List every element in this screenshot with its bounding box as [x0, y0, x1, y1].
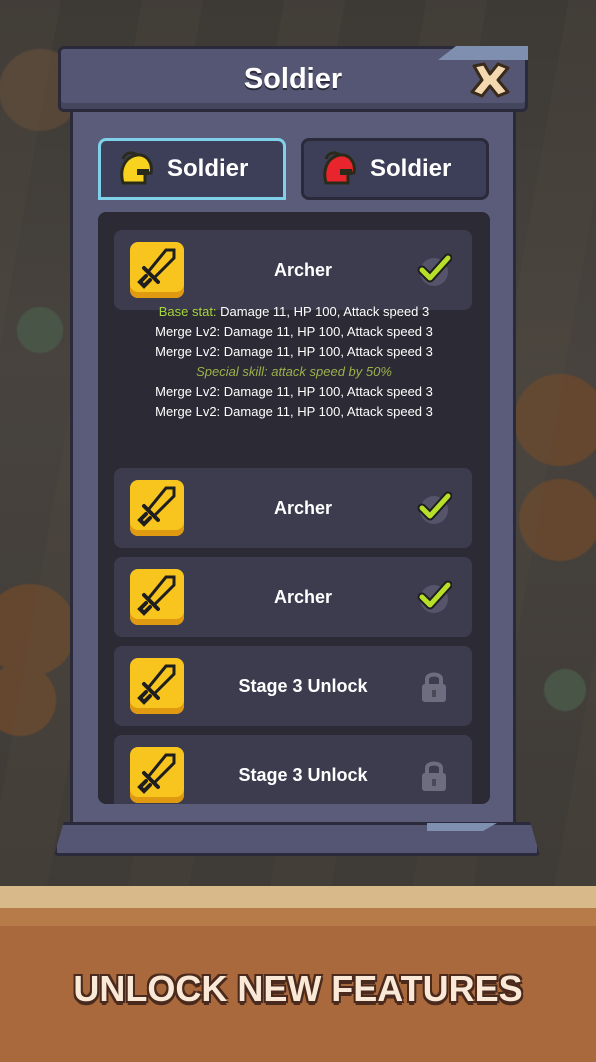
sword-icon: [137, 486, 176, 527]
dialog-title: Soldier: [243, 62, 343, 95]
unit-list[interactable]: Archer Base stat: Damage 11, HP 100, Att…: [98, 212, 490, 804]
list-item[interactable]: Archer: [114, 468, 472, 548]
sword-icon: [137, 248, 176, 289]
item-name: Stage 3 Unlock: [238, 764, 368, 785]
list-item[interactable]: Archer: [114, 230, 472, 310]
special-skill: Special skill: attack speed by 50%: [196, 364, 392, 379]
list-item[interactable]: Archer: [114, 557, 472, 637]
base-stat-label: Base stat:: [158, 304, 217, 319]
sword-icon: [137, 575, 176, 616]
merge-line: Merge Lv2: Damage 11, HP 100, Attack spe…: [155, 404, 433, 419]
red-helmet-icon: [323, 151, 356, 185]
lock-icon: [422, 761, 446, 791]
close-button[interactable]: [468, 60, 512, 100]
tab-label: Soldier: [370, 155, 452, 182]
close-x-icon: [470, 62, 510, 98]
item-icon: [130, 658, 184, 714]
base-stat-value: Damage 11, HP 100, Attack speed 3: [216, 304, 430, 319]
check-icon: [417, 491, 452, 524]
merge-line: Merge Lv2: Damage 11, HP 100, Attack spe…: [155, 344, 433, 359]
tab-soldier-gold[interactable]: Soldier: [98, 138, 286, 200]
merge-line: Merge Lv2: Damage 11, HP 100, Attack spe…: [155, 324, 433, 339]
item-icon: [130, 480, 184, 536]
lock-icon: [422, 672, 446, 702]
list-item[interactable]: Stage 3 Unlock: [114, 646, 472, 726]
check-icon: [417, 253, 452, 286]
list-item[interactable]: Stage 3 Unlock: [114, 735, 472, 804]
tab-soldier-red[interactable]: Soldier: [301, 138, 489, 200]
dialog-footer: [54, 822, 540, 856]
soldier-dialog: Soldier Soldier Soldier Archer Base stat…: [54, 46, 540, 856]
item-name: Archer: [273, 259, 333, 280]
item-name: Stage 3 Unlock: [238, 675, 368, 696]
banner-text: UNLOCK NEW FEATURES: [73, 968, 523, 1009]
merge-line: Merge Lv2: Damage 11, HP 100, Attack spe…: [155, 384, 433, 399]
item-icon: [130, 242, 184, 298]
unit-details: Base stat: Damage 11, HP 100, Attack spe…: [98, 302, 490, 422]
sword-icon: [137, 664, 176, 705]
sword-icon: [137, 753, 176, 794]
check-icon: [417, 580, 452, 613]
item-name: Archer: [273, 497, 333, 518]
item-icon: [130, 747, 184, 803]
item-icon: [130, 569, 184, 625]
gold-helmet-icon: [120, 151, 153, 185]
item-name: Archer: [273, 586, 333, 607]
tab-label: Soldier: [167, 155, 249, 182]
